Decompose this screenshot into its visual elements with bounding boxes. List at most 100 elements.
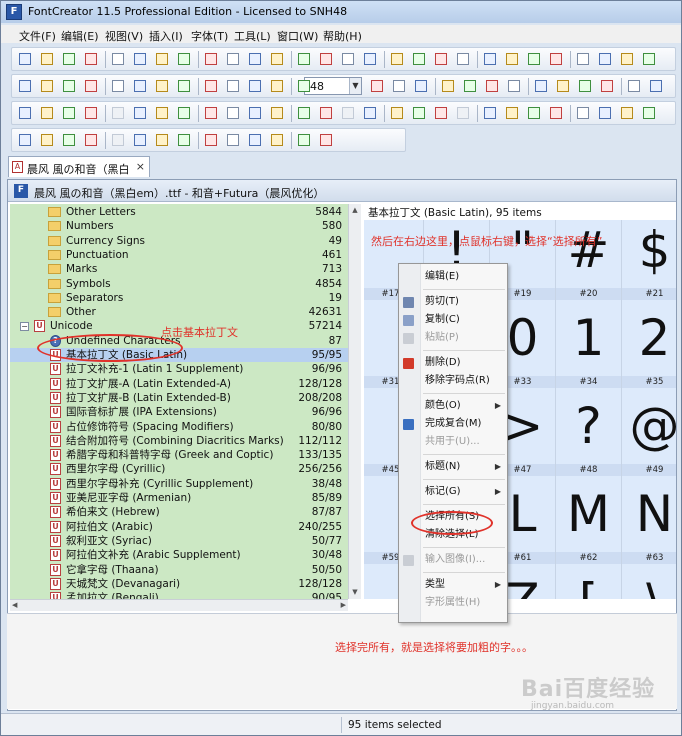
toolbar-button-icon[interactable] — [153, 131, 172, 150]
toolbar-button-icon[interactable] — [109, 50, 128, 69]
toolbar-button-icon[interactable] — [82, 50, 101, 69]
tree-item[interactable]: Currency Signs 49 — [10, 234, 348, 248]
toolbar-button-icon[interactable] — [596, 104, 615, 123]
document-tab[interactable]: A 晨风 風の和音（黑白em... × — [8, 156, 150, 190]
toolbar-button-icon[interactable] — [432, 104, 451, 123]
toolbar-button-icon[interactable] — [361, 50, 380, 69]
toolbar-button-icon[interactable] — [268, 104, 287, 123]
toolbar-button-icon[interactable] — [339, 104, 358, 123]
toolbar-button-icon[interactable] — [574, 50, 593, 69]
glyph-cell[interactable]: #63 \ — [622, 552, 676, 599]
tree-horizontal-scrollbar[interactable]: ◀ ▶ — [10, 599, 348, 611]
toolbar-button-icon[interactable] — [317, 104, 336, 123]
toolbar-button-icon[interactable] — [38, 77, 57, 96]
glyph-cell[interactable]: #20 1 — [556, 288, 622, 378]
collapse-icon[interactable]: − — [20, 322, 29, 332]
tree-item[interactable]: U 天城梵文 (Devanagari) 128/128 — [10, 577, 348, 591]
toolbar-button-icon[interactable] — [505, 77, 524, 96]
toolbar-button-icon[interactable] — [317, 50, 336, 69]
toolbar-button-icon[interactable] — [131, 131, 150, 150]
tree-item[interactable]: U 希腊字母和科普特字母 (Greek and Coptic) 133/135 — [10, 448, 348, 462]
toolbar-button-icon[interactable] — [224, 50, 243, 69]
toolbar-button-icon[interactable] — [175, 50, 194, 69]
tree-item[interactable]: Other Letters 5844 — [10, 205, 348, 219]
tree-item[interactable]: U 孟加拉文 (Bengali) 90/95 — [10, 591, 348, 599]
toolbar-button-icon[interactable] — [640, 50, 659, 69]
toolbar-button-icon[interactable] — [483, 77, 502, 96]
toolbar-button-icon[interactable] — [647, 77, 666, 96]
toolbar-button-icon[interactable] — [368, 77, 387, 96]
toolbar-button-icon[interactable] — [246, 77, 265, 96]
toolbar-button-icon[interactable] — [268, 50, 287, 69]
scroll-up-icon[interactable]: ▲ — [349, 204, 361, 217]
toolbar-button-icon[interactable] — [295, 104, 314, 123]
toolbar-button-icon[interactable] — [547, 50, 566, 69]
tree-item[interactable]: U 亚美尼亚字母 (Armenian) 85/89 — [10, 491, 348, 505]
tree-vertical-scrollbar[interactable]: ▲ ▼ — [348, 204, 361, 599]
tree-item[interactable]: Symbols 4854 — [10, 277, 348, 291]
toolbar-button-icon[interactable] — [596, 50, 615, 69]
toolbar-button-icon[interactable] — [82, 77, 101, 96]
menu-file[interactable]: 文件(F) — [19, 28, 56, 44]
toolbar-button-icon[interactable] — [131, 77, 150, 96]
glyph-cell[interactable]: #6# — [556, 220, 622, 290]
glyph-cell[interactable]: #48 M — [556, 464, 622, 554]
tree-item[interactable]: Marks 713 — [10, 262, 348, 276]
toolbar-button-icon[interactable] — [175, 77, 194, 96]
glyph-cell[interactable]: #34? — [556, 376, 622, 466]
toolbar-button-icon[interactable] — [224, 131, 243, 150]
tree-item[interactable]: U 拉丁文扩展-A (Latin Extended-A) 128/128 — [10, 377, 348, 391]
context-menu-item[interactable]: 标记(G) ▶ — [399, 483, 507, 501]
toolbar-button-icon[interactable] — [554, 77, 573, 96]
tree-item[interactable]: U 希伯来文 (Hebrew) 87/87 — [10, 505, 348, 519]
glyph-cell[interactable]: #21 2 — [622, 288, 676, 378]
toolbar-button-icon[interactable] — [16, 77, 35, 96]
menu-font[interactable]: 字体(T) — [191, 28, 228, 44]
toolbar-button-icon[interactable] — [202, 104, 221, 123]
toolbar-button-icon[interactable] — [16, 50, 35, 69]
toolbar-button-icon[interactable] — [268, 77, 287, 96]
toolbar-button-icon[interactable] — [412, 77, 431, 96]
toolbar-button-icon[interactable] — [503, 104, 522, 123]
tree-item[interactable]: U 结合附加符号 (Combining Diacritics Marks) 112/… — [10, 434, 348, 448]
toolbar-button-icon[interactable] — [481, 104, 500, 123]
toolbar-button-icon[interactable] — [202, 50, 221, 69]
toolbar-button-icon[interactable] — [481, 50, 500, 69]
toolbar-button-icon[interactable] — [432, 50, 451, 69]
toolbar-button-icon[interactable] — [618, 104, 637, 123]
toolbar-button-icon[interactable] — [82, 131, 101, 150]
toolbar-button-icon[interactable] — [547, 104, 566, 123]
toolbar-button-icon[interactable] — [246, 50, 265, 69]
toolbar-button-icon[interactable] — [574, 104, 593, 123]
glyph-cell[interactable]: #49 N — [622, 464, 676, 554]
toolbar-button-icon[interactable] — [525, 50, 544, 69]
context-menu-item[interactable]: 复制(C) — [399, 311, 507, 329]
context-menu-item[interactable]: 完成复合(M) — [399, 415, 507, 433]
tree-item[interactable]: U 西里尔字母 (Cyrillic) 256/256 — [10, 462, 348, 476]
context-menu-item[interactable]: 移除字码点(R) — [399, 372, 507, 390]
toolbar-button-icon[interactable] — [317, 131, 336, 150]
toolbar-button-icon[interactable] — [339, 50, 358, 69]
toolbar-button-icon[interactable] — [361, 104, 380, 123]
toolbar-button-icon[interactable] — [175, 131, 194, 150]
toolbar-button-icon[interactable] — [295, 50, 314, 69]
toolbar-button-icon[interactable] — [60, 131, 79, 150]
toolbar-button-icon[interactable] — [38, 104, 57, 123]
toolbar-button-icon[interactable] — [503, 50, 522, 69]
scroll-left-icon[interactable]: ◀ — [12, 601, 17, 609]
toolbar-button-icon[interactable] — [295, 131, 314, 150]
toolbar-button-icon[interactable] — [202, 77, 221, 96]
toolbar-button-icon[interactable] — [109, 104, 128, 123]
toolbar-button-icon[interactable] — [131, 104, 150, 123]
scroll-down-icon[interactable]: ▼ — [349, 586, 361, 599]
toolbar-button-icon[interactable] — [454, 50, 473, 69]
toolbar-button-icon[interactable] — [153, 77, 172, 96]
toolbar-button-icon[interactable] — [532, 77, 551, 96]
toolbar-button-icon[interactable] — [461, 77, 480, 96]
toolbar-button-icon[interactable] — [60, 104, 79, 123]
toolbar-button-icon[interactable] — [16, 104, 35, 123]
tree-item[interactable]: U 占位修饰符号 (Spacing Modifiers) 80/80 — [10, 420, 348, 434]
tree-item[interactable]: U 阿拉伯文补充 (Arabic Supplement) 30/48 — [10, 548, 348, 562]
toolbar-button-icon[interactable] — [109, 131, 128, 150]
scroll-right-icon[interactable]: ▶ — [341, 601, 346, 609]
